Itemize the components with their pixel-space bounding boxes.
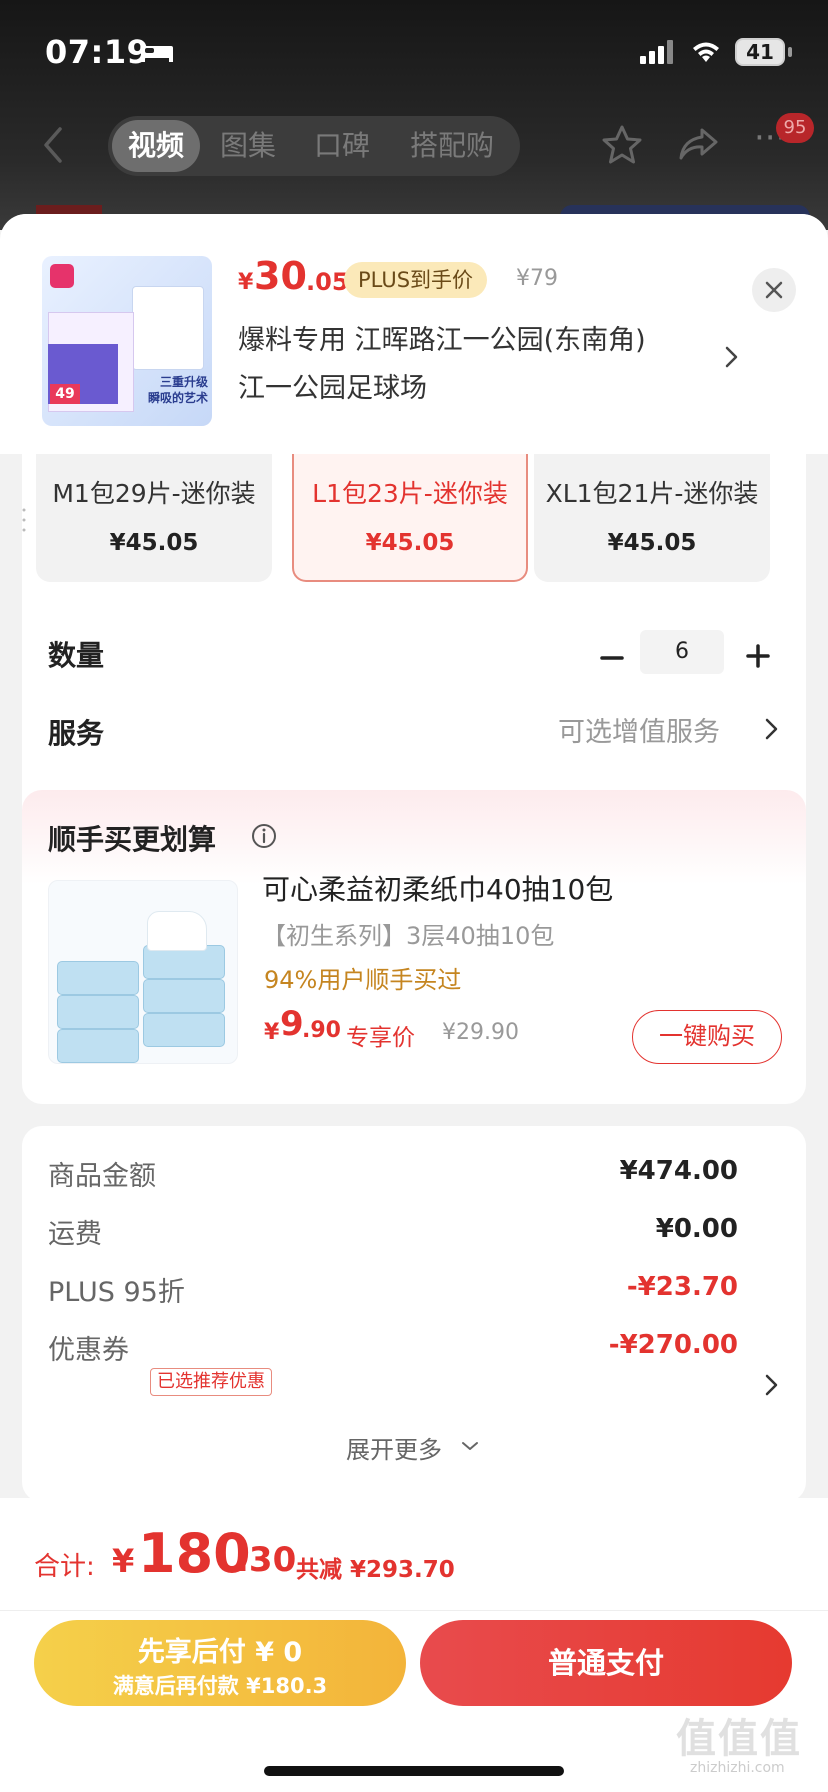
battery-level: 41 — [746, 40, 774, 64]
sleep-focus-icon — [141, 46, 173, 62]
notification-badge: 95 — [776, 113, 814, 143]
price-currency: ¥ — [238, 270, 254, 295]
total-discount: 共减 ¥293.70 — [296, 1557, 455, 1583]
tab-bundle[interactable]: 搭配购 — [410, 116, 494, 176]
signal-icon — [640, 40, 673, 64]
tab-reviews[interactable]: 口碑 — [314, 116, 370, 176]
summary-label: 运费 — [48, 1219, 102, 1250]
tissue-product-image[interactable] — [48, 880, 238, 1064]
pay-later-button[interactable]: 先享后付 ¥ 0 满意后再付款 ¥180.3 — [34, 1620, 406, 1706]
total-currency: ¥ — [112, 1542, 135, 1580]
bundle-original-price: ¥29.90 — [442, 1020, 519, 1045]
pay-later-title: 先享后付 ¥ 0 — [137, 1637, 303, 1668]
favorite-star-icon[interactable] — [600, 124, 644, 166]
bundle-price-decimal: .90 — [302, 1018, 341, 1043]
media-tabs: 视频 图集 口碑 搭配购 — [108, 116, 520, 176]
quantity-input[interactable]: 6 — [640, 630, 724, 674]
close-button[interactable] — [752, 268, 796, 312]
address-line-1[interactable]: 爆料专用 江晖路江一公园(东南角) — [238, 318, 646, 357]
pay-button[interactable]: 普通支付 — [420, 1620, 792, 1706]
expand-more-button[interactable]: 展开更多 — [346, 1430, 442, 1465]
promo-price-tag: 49 — [50, 384, 80, 404]
sku-name: XL1包21片-迷你装 — [545, 479, 759, 508]
chevron-right-icon[interactable] — [764, 1372, 780, 1398]
summary-value: -¥23.70 — [626, 1272, 738, 1302]
coupon-status-badge: 已选推荐优惠 — [150, 1368, 272, 1396]
brand-logo — [50, 264, 74, 288]
sku-price: ¥45.05 — [365, 530, 455, 556]
bundle-price-integer: 9 — [280, 1004, 304, 1044]
bundle-product-name[interactable]: 可心柔益初柔纸巾40抽10包 — [262, 868, 613, 908]
tissue-pack — [57, 1029, 139, 1063]
tab-video[interactable]: 视频 — [112, 120, 201, 172]
address-line-2[interactable]: 江一公园足球场 — [238, 366, 427, 405]
plus-icon[interactable] — [740, 638, 776, 674]
chevron-right-icon[interactable] — [724, 344, 740, 370]
total-label: 合计: — [34, 1552, 95, 1582]
chevron-down-icon[interactable] — [460, 1440, 480, 1452]
one-click-buy-button[interactable]: 一键购买 — [632, 1010, 782, 1064]
status-time: 07:19 — [45, 33, 150, 71]
sku-name: L1包23片-迷你装 — [312, 479, 508, 508]
watermark-url: zhizhizhi.com — [690, 1760, 785, 1776]
minus-icon[interactable] — [594, 640, 630, 676]
original-price: ¥79 — [516, 266, 558, 291]
sku-price: ¥45.05 — [607, 530, 697, 556]
product-header: 49 三重升级 瞬吸的艺术 ¥ 30 .05 PLUS到手价 ¥79 爆料专用 … — [0, 214, 828, 454]
checkout-bar: 合计: ¥ 180 .30 共减 ¥293.70 先享后付 ¥ 0 满意后再付款… — [0, 1498, 828, 1792]
sku-option-l[interactable]: L1包23片-迷你装 ¥45.05 — [292, 454, 528, 582]
bundle-purchase-stat: 94%用户顺手买过 — [264, 966, 462, 994]
bundle-product-spec: 【初生系列】3层40抽10包 — [262, 922, 555, 950]
sku-option-m[interactable]: M1包29片-迷你装 ¥45.05 — [36, 454, 272, 582]
summary-label: 优惠券 — [48, 1335, 129, 1366]
summary-value: ¥474.00 — [619, 1156, 738, 1186]
status-bar: 07:19 41 — [0, 0, 828, 100]
coupon-value[interactable]: -¥270.00 — [609, 1330, 738, 1360]
price-summary-card: 商品金额 ¥474.00 运费 ¥0.00 PLUS 95折 -¥23.70 优… — [22, 1126, 806, 1502]
bundle-card: 顺手买更划算 可心柔益初柔纸巾40抽10包 【初生系列】3层40抽10包 94%… — [22, 790, 806, 1104]
close-icon — [765, 281, 783, 299]
bundle-title: 顺手买更划算 — [48, 823, 217, 856]
divider — [0, 1610, 828, 1611]
price-decimal: .05 — [306, 268, 349, 296]
pay-later-subtitle: 满意后再付款 ¥180.3 — [112, 1674, 328, 1698]
product-thumbnail: 49 三重升级 瞬吸的艺术 — [42, 256, 212, 426]
back-icon[interactable] — [38, 125, 68, 165]
plus-price-badge: PLUS到手价 — [344, 262, 488, 298]
price-integer: 30 — [254, 254, 307, 298]
diaper-pack-image — [132, 286, 204, 370]
total-integer: 180 — [138, 1522, 251, 1585]
tissue-pack — [57, 961, 139, 995]
bundle-price-currency: ¥ — [264, 1020, 280, 1045]
tissue-pack — [57, 995, 139, 1029]
sku-option-xl[interactable]: XL1包21片-迷你装 ¥45.05 — [534, 454, 770, 582]
service-label: 服务 — [48, 717, 105, 750]
summary-label: 商品金额 — [48, 1161, 156, 1192]
thumbnail-slogan: 三重升级 瞬吸的艺术 — [147, 375, 208, 405]
chevron-right-icon[interactable] — [764, 716, 780, 742]
tissue-pack — [143, 1013, 225, 1047]
summary-value: ¥0.00 — [655, 1214, 738, 1244]
tab-gallery[interactable]: 图集 — [220, 116, 276, 176]
tissue-sheet — [147, 911, 207, 951]
battery-icon: 41 — [735, 38, 785, 66]
watermark-logo: 值值值 — [676, 1716, 802, 1762]
sku-price: ¥45.05 — [109, 530, 199, 556]
total-decimal: .30 — [236, 1540, 297, 1580]
share-icon[interactable] — [676, 124, 720, 164]
scroll-hint-icon — [22, 508, 26, 532]
bundle-price-label: 专享价 — [346, 1025, 415, 1051]
sku-name: M1包29片-迷你装 — [52, 479, 256, 508]
quantity-label: 数量 — [48, 639, 105, 672]
tissue-pack — [143, 979, 225, 1013]
summary-label: PLUS 95折 — [48, 1277, 185, 1308]
service-value[interactable]: 可选增值服务 — [558, 710, 720, 749]
battery-cap — [788, 47, 792, 57]
home-indicator — [264, 1766, 564, 1776]
wifi-icon — [693, 42, 719, 62]
info-icon[interactable] — [250, 822, 278, 850]
